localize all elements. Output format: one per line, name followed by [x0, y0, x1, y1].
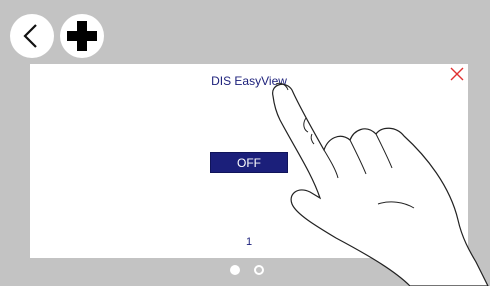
panel-title: DIS EasyView [211, 74, 287, 88]
page-dot-2[interactable] [254, 265, 264, 275]
back-button[interactable] [10, 14, 54, 58]
off-toggle-button[interactable]: OFF [210, 152, 288, 173]
widget-panel: DIS EasyView OFF 1 [30, 64, 468, 258]
plus-icon [67, 21, 97, 51]
page-number: 1 [245, 236, 253, 248]
page-indicator [230, 265, 264, 277]
chevron-left-icon [23, 24, 37, 48]
add-button[interactable] [60, 14, 104, 58]
page-dot-1[interactable] [230, 265, 240, 275]
device-frame: DIS EasyView OFF 1 [0, 0, 490, 286]
